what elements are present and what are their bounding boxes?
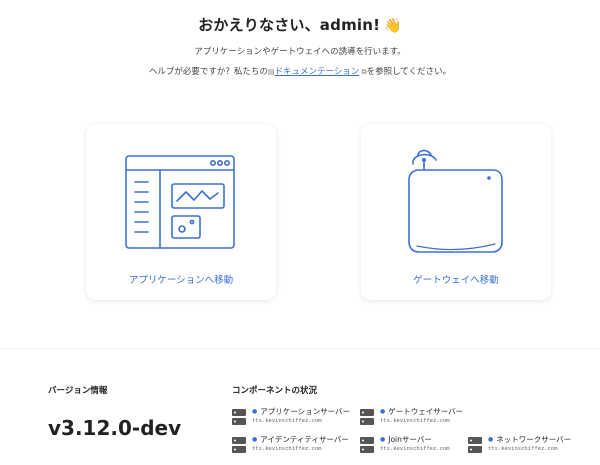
go-to-gateways-card[interactable]: ゲートウェイへ移動 xyxy=(361,124,551,300)
welcome-subtitle: アプリケーションやゲートウェイへの誘導を行います。 xyxy=(194,47,406,57)
wave-icon: 👋 xyxy=(384,18,402,34)
component-status-title: コンポーネントの状況 xyxy=(232,386,318,396)
server-icon xyxy=(232,409,246,425)
component-name-text: ゲートウェイサーバー xyxy=(388,407,464,416)
server-icon xyxy=(360,409,374,425)
status-dot-icon: ● xyxy=(252,408,258,415)
version-value: v3.12.0-dev xyxy=(48,416,182,440)
component-host: tts.kevinschiffez.com xyxy=(252,418,322,424)
welcome-title: おかえりなさい、admin! 👋 xyxy=(0,14,600,35)
section-divider xyxy=(0,348,600,349)
component-name: ● ネットワークサーバー xyxy=(488,434,571,445)
status-dot-icon: ● xyxy=(488,436,494,443)
status-dot-icon: ● xyxy=(252,436,258,443)
help-suffix: を参照してください。 xyxy=(366,67,452,77)
documentation-link[interactable]: ドキュメンテーション xyxy=(275,67,360,77)
status-dot-icon: ● xyxy=(380,408,386,415)
welcome-section: おかえりなさい、admin! 👋 アプリケーションやゲートウェイへの誘導を行います… xyxy=(0,14,600,77)
component-name: ● ゲートウェイサーバー xyxy=(380,406,463,417)
application-window-icon xyxy=(125,155,235,249)
component-name: ● アプリケーションサーバー xyxy=(252,406,350,417)
component-host: tts.kevinschiffez.com xyxy=(380,446,450,452)
welcome-title-text: おかえりなさい、admin! xyxy=(198,16,381,34)
component-host: tts.kevinschiffez.com xyxy=(380,418,450,424)
version-info-title: バージョン情報 xyxy=(48,386,108,396)
component-host: tts.kevinschiffez.com xyxy=(488,446,558,452)
go-to-applications-label: アプリケーションへ移動 xyxy=(128,275,234,286)
server-icon xyxy=(468,437,482,453)
go-to-applications-card[interactable]: アプリケーションへ移動 xyxy=(86,124,276,300)
component-name: ● アイデンティティサーバー xyxy=(252,434,349,445)
server-icon xyxy=(232,437,246,453)
component-host: tts.kevinschiffez.com xyxy=(252,446,322,452)
external-link-icon: ⧉ xyxy=(359,68,367,76)
component-name-text: ネットワークサーバー xyxy=(496,435,572,444)
component-name-text: アプリケーションサーバー xyxy=(260,407,351,416)
status-dot-icon: ● xyxy=(380,436,386,443)
book-icon: ▤ xyxy=(267,68,275,76)
server-icon xyxy=(360,437,374,453)
go-to-gateways-label: ゲートウェイへ移動 xyxy=(413,275,499,286)
component-name-text: Joinサーバー xyxy=(388,435,432,444)
help-text: ヘルプが必要ですか？私たちの▤ドキュメンテーション ⧉を参照してください。 xyxy=(0,65,600,77)
help-prefix: ヘルプが必要ですか？私たちの xyxy=(148,67,268,77)
gateway-router-icon xyxy=(408,149,503,253)
component-name-text: アイデンティティサーバー xyxy=(260,435,349,444)
component-name: ● Joinサーバー xyxy=(380,434,432,445)
